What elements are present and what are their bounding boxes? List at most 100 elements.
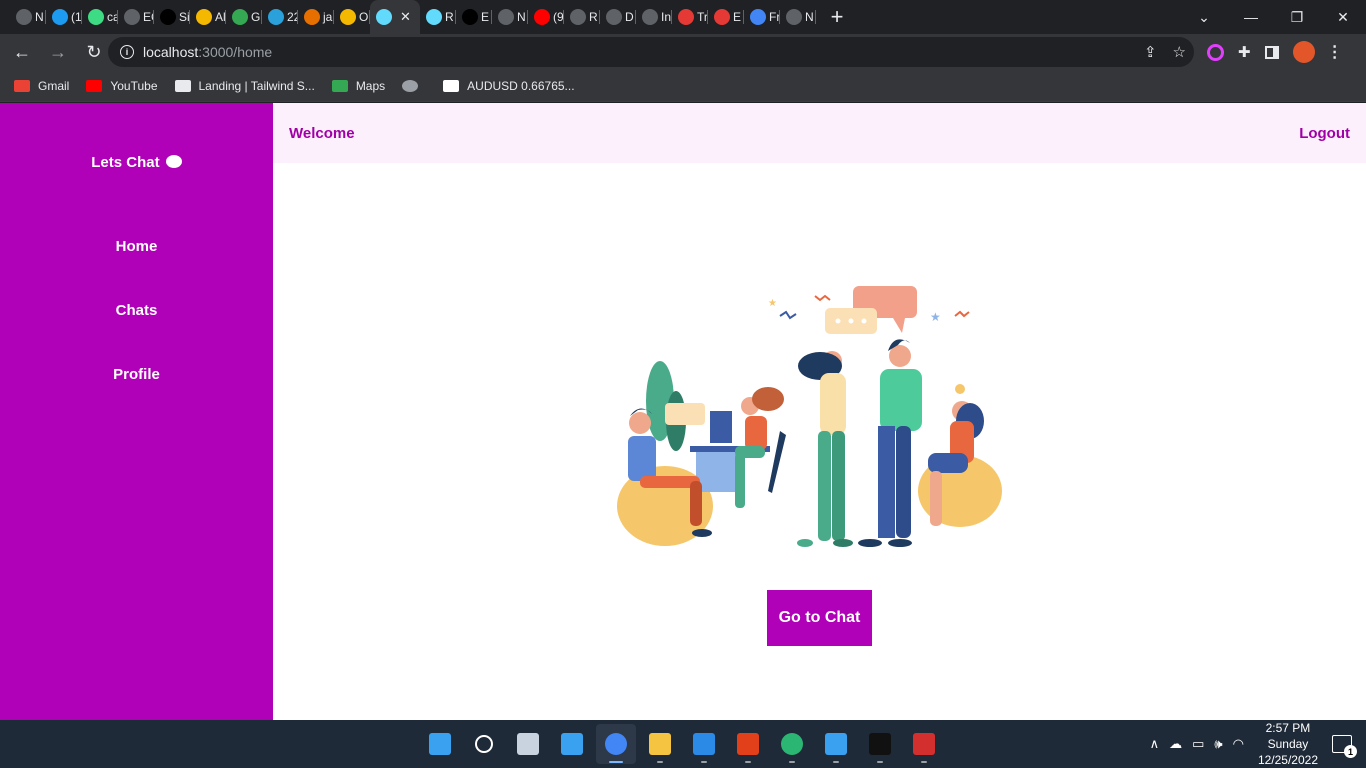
bookmark-label: Gmail bbox=[38, 78, 70, 93]
reload-button[interactable]: ↻ bbox=[78, 36, 110, 68]
clock-date: 12/25/2022 bbox=[1257, 753, 1318, 767]
chrome-icon[interactable] bbox=[596, 724, 636, 764]
tab-title: N bbox=[35, 10, 44, 24]
bookmarks-bar: Gmail YouTube Landing | Tailwind S... Maps A… bbox=[0, 70, 1366, 102]
side-panel-icon[interactable] bbox=[1264, 45, 1279, 59]
restore-button[interactable]: ❐ bbox=[1274, 9, 1320, 26]
widgets-icon[interactable] bbox=[552, 724, 592, 764]
tab-title: N bbox=[805, 10, 814, 24]
app-icon bbox=[678, 9, 694, 25]
address-bar[interactable]: i localhost:3000/home ⇪ ☆ bbox=[108, 37, 1194, 67]
running-indicator bbox=[609, 761, 623, 763]
tab-title: ja bbox=[323, 10, 333, 24]
bookmark-label: YouTube bbox=[110, 78, 158, 93]
running-indicator bbox=[701, 761, 707, 763]
notification-center-icon[interactable]: 1 bbox=[1332, 735, 1357, 758]
browser-tab[interactable]: R bbox=[564, 0, 600, 34]
wifi-icon[interactable]: ◠ bbox=[1233, 736, 1244, 752]
brand-logo[interactable]: Lets Chat bbox=[0, 154, 273, 171]
store-icon-glyph bbox=[825, 733, 847, 755]
browser-tab[interactable]: (1 bbox=[46, 0, 82, 34]
url-text[interactable]: localhost:3000/home bbox=[143, 44, 272, 60]
browser-tab[interactable]: O bbox=[334, 0, 370, 34]
browser-tab[interactable]: EC bbox=[118, 0, 154, 34]
minimize-button[interactable]: — bbox=[1228, 9, 1274, 25]
browser-tab[interactable]: D bbox=[600, 0, 636, 34]
browser-tab[interactable]: Tr bbox=[672, 0, 708, 34]
sidebar: Lets Chat Home Chats Profile bbox=[0, 103, 273, 720]
battery-icon[interactable]: ▭ bbox=[1192, 736, 1204, 752]
extension-color-icon[interactable] bbox=[1207, 43, 1224, 61]
browser-tab[interactable]: ja bbox=[298, 0, 334, 34]
notification-badge: 1 bbox=[1344, 745, 1357, 758]
office-icon[interactable] bbox=[728, 724, 768, 764]
chevron-up-icon[interactable]: ∧ bbox=[1150, 736, 1160, 752]
extensions-puzzle-icon[interactable]: ✚ bbox=[1238, 43, 1251, 61]
close-window-button[interactable]: ✕ bbox=[1320, 9, 1366, 26]
tab-search-icon[interactable]: ⌄ bbox=[1194, 9, 1214, 26]
onedrive-icon[interactable]: ☁ bbox=[1169, 736, 1182, 752]
youtube-icon bbox=[86, 79, 103, 92]
close-tab-icon[interactable]: ✕ bbox=[400, 9, 411, 25]
bookmark-item[interactable]: AUDUSD 0.66765... bbox=[443, 79, 575, 93]
react-icon bbox=[426, 9, 442, 25]
chrome-icon-glyph bbox=[605, 733, 627, 755]
nav-home[interactable]: Home bbox=[0, 238, 273, 255]
store-icon[interactable] bbox=[816, 724, 856, 764]
browser-tab[interactable]: N bbox=[10, 0, 46, 34]
search-icon[interactable] bbox=[464, 724, 504, 764]
bookmark-item[interactable]: Maps bbox=[331, 79, 385, 93]
task-view-icon[interactable] bbox=[508, 724, 548, 764]
browser-tab[interactable]: Si bbox=[154, 0, 190, 34]
tab-title: ca bbox=[107, 10, 118, 24]
forward-button[interactable]: → bbox=[42, 36, 74, 68]
volume-icon[interactable]: 🕪 bbox=[1214, 736, 1222, 752]
browser-tab[interactable]: 22 bbox=[262, 0, 298, 34]
windows-start-icon[interactable] bbox=[420, 724, 460, 764]
arrow-icon bbox=[714, 9, 730, 25]
acrobat-icon[interactable] bbox=[904, 724, 944, 764]
browser-tab[interactable]: ✕ bbox=[370, 0, 420, 34]
browser-tab[interactable]: E bbox=[456, 0, 492, 34]
share-icon[interactable]: ⇪ bbox=[1144, 43, 1157, 61]
running-indicator bbox=[877, 761, 883, 763]
extensions-area: ✚ ⋮ bbox=[1207, 41, 1343, 63]
chrome-icon bbox=[16, 9, 32, 25]
browser-tab[interactable]: G bbox=[226, 0, 262, 34]
profile-avatar[interactable] bbox=[1292, 41, 1315, 63]
menu-kebab-icon[interactable]: ⋮ bbox=[1327, 42, 1343, 62]
file-explorer-icon[interactable] bbox=[640, 724, 680, 764]
bookmark-item[interactable]: Landing | Tailwind S... bbox=[174, 79, 315, 93]
browser-tab[interactable]: ca bbox=[82, 0, 118, 34]
browser-tab[interactable]: R bbox=[420, 0, 456, 34]
browser-tab[interactable]: Fr bbox=[744, 0, 780, 34]
tradingview-icon[interactable] bbox=[860, 724, 900, 764]
clock[interactable]: 2:57 PM Sunday 12/25/2022 bbox=[1258, 720, 1318, 768]
bookmark-item[interactable]: YouTube bbox=[86, 78, 158, 93]
flame-icon bbox=[196, 9, 212, 25]
browser-toolbar: ← → ↻ i localhost:3000/home ⇪ ☆ ✚ ⋮ bbox=[0, 34, 1366, 70]
bookmark-item[interactable]: Gmail bbox=[14, 79, 69, 93]
edge-icon[interactable] bbox=[772, 724, 812, 764]
tab-title: E bbox=[481, 10, 490, 24]
bookmark-star-icon[interactable]: ☆ bbox=[1173, 43, 1186, 61]
site-info-icon[interactable]: i bbox=[120, 45, 134, 59]
browser-tab[interactable]: In bbox=[636, 0, 672, 34]
browser-tab[interactable]: N bbox=[492, 0, 528, 34]
tradingview-icon-glyph bbox=[869, 733, 891, 755]
bookmark-item[interactable] bbox=[402, 79, 426, 92]
go-to-chat-button[interactable]: Go to Chat bbox=[767, 590, 872, 646]
browser-tab[interactable]: E bbox=[708, 0, 744, 34]
flame-icon bbox=[340, 9, 356, 25]
nav-profile[interactable]: Profile bbox=[0, 366, 273, 383]
tabs-container: N (1 ca EC Si Al G 22 ja O ✕ R E N (9 R D In Tr E Fr N bbox=[0, 0, 816, 34]
nav-chats[interactable]: Chats bbox=[0, 302, 273, 319]
new-tab-button[interactable]: + bbox=[822, 0, 852, 34]
file-explorer-icon-glyph bbox=[649, 733, 671, 755]
browser-tab[interactable]: (9 bbox=[528, 0, 564, 34]
browser-tab[interactable]: Al bbox=[190, 0, 226, 34]
vscode-icon[interactable] bbox=[684, 724, 724, 764]
browser-tab[interactable]: N bbox=[780, 0, 816, 34]
back-button[interactable]: ← bbox=[6, 36, 38, 68]
logout-link[interactable]: Logout bbox=[1299, 125, 1350, 142]
